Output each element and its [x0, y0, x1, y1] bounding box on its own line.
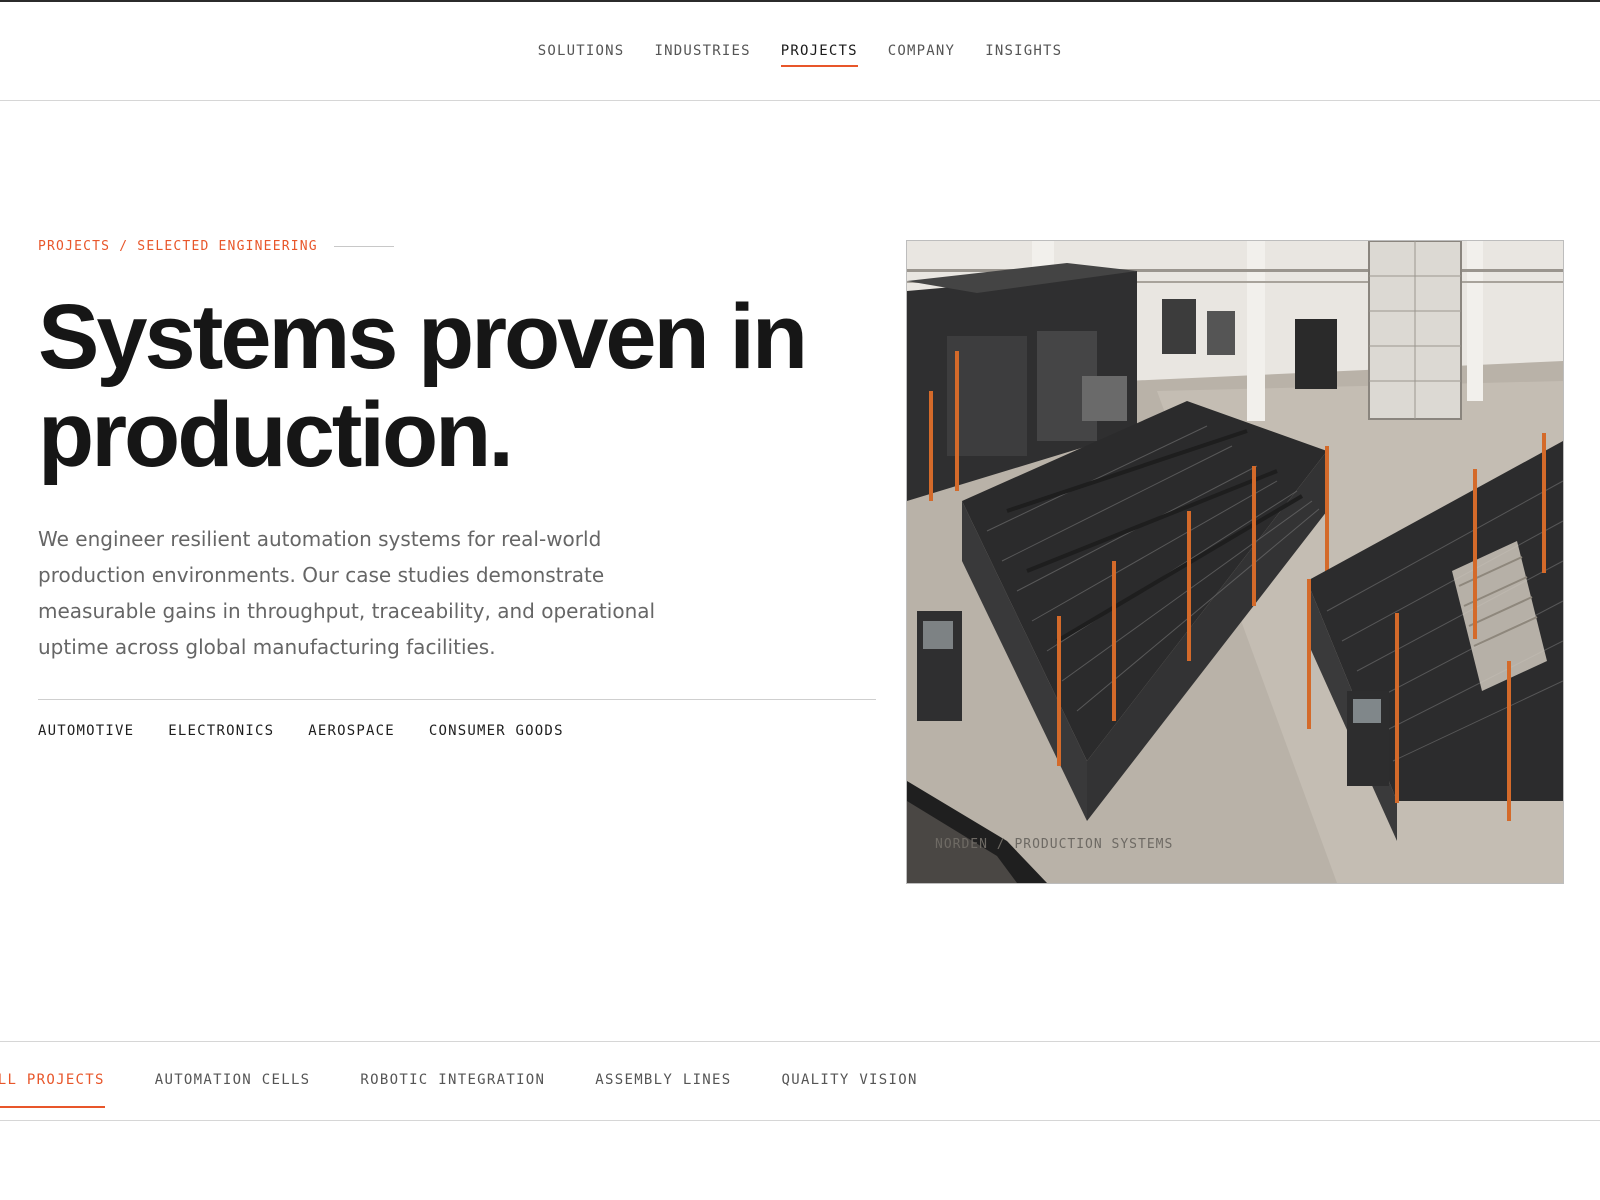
- page-title-line-1: Systems proven in: [38, 286, 808, 388]
- breadcrumb-text: PROJECTS / SELECTED ENGINEERING: [38, 239, 318, 254]
- nav-item-solutions[interactable]: SOLUTIONS: [538, 43, 625, 67]
- breadcrumb: PROJECTS / SELECTED ENGINEERING: [38, 239, 394, 254]
- page: SOLUTIONS INDUSTRIES PROJECTS COMPANY IN…: [0, 0, 1600, 1200]
- nav-item-insights[interactable]: INSIGHTS: [985, 43, 1062, 67]
- tab-quality-vision[interactable]: QUALITY VISION: [781, 1072, 917, 1108]
- industry-tag-aerospace[interactable]: AEROSPACE: [308, 723, 395, 739]
- nav-item-industries[interactable]: INDUSTRIES: [654, 43, 750, 67]
- nav-item-projects[interactable]: PROJECTS: [780, 43, 858, 67]
- page-title-line-2: production.: [38, 384, 514, 486]
- tab-automation-cells[interactable]: AUTOMATION CELLS: [155, 1072, 311, 1108]
- hero-image-caption: NORDEN / PRODUCTION SYSTEMS: [935, 837, 1174, 852]
- tab-robotic-integration[interactable]: ROBOTIC INTEGRATION: [360, 1072, 545, 1108]
- project-filter-bar: ALL PROJECTS AUTOMATION CELLS ROBOTIC IN…: [0, 1041, 1600, 1121]
- top-nav: SOLUTIONS INDUSTRIES PROJECTS COMPANY IN…: [0, 2, 1600, 101]
- hero-description: We engineer resilient automation systems…: [38, 527, 656, 659]
- hero-image: NORDEN / PRODUCTION SYSTEMS: [906, 240, 1564, 884]
- nav-links: SOLUTIONS INDUSTRIES PROJECTS COMPANY IN…: [0, 43, 1600, 67]
- tab-all-projects[interactable]: ALL PROJECTS: [0, 1072, 105, 1108]
- industry-tag-consumer-goods[interactable]: CONSUMER GOODS: [429, 723, 564, 739]
- page-title: Systems proven in production.: [38, 288, 878, 484]
- project-filter-tabs: ALL PROJECTS AUTOMATION CELLS ROBOTIC IN…: [0, 1072, 918, 1108]
- nav-item-company[interactable]: COMPANY: [888, 43, 955, 67]
- industry-tag-electronics[interactable]: ELECTRONICS: [168, 723, 274, 739]
- industry-tags: AUTOMOTIVE ELECTRONICS AEROSPACE CONSUME…: [38, 723, 564, 739]
- tab-assembly-lines[interactable]: ASSEMBLY LINES: [595, 1072, 731, 1108]
- breadcrumb-rule: [333, 246, 394, 247]
- factory-floor-illustration: [907, 241, 1563, 883]
- hero-divider: [38, 699, 876, 700]
- industry-tag-automotive[interactable]: AUTOMOTIVE: [38, 723, 134, 739]
